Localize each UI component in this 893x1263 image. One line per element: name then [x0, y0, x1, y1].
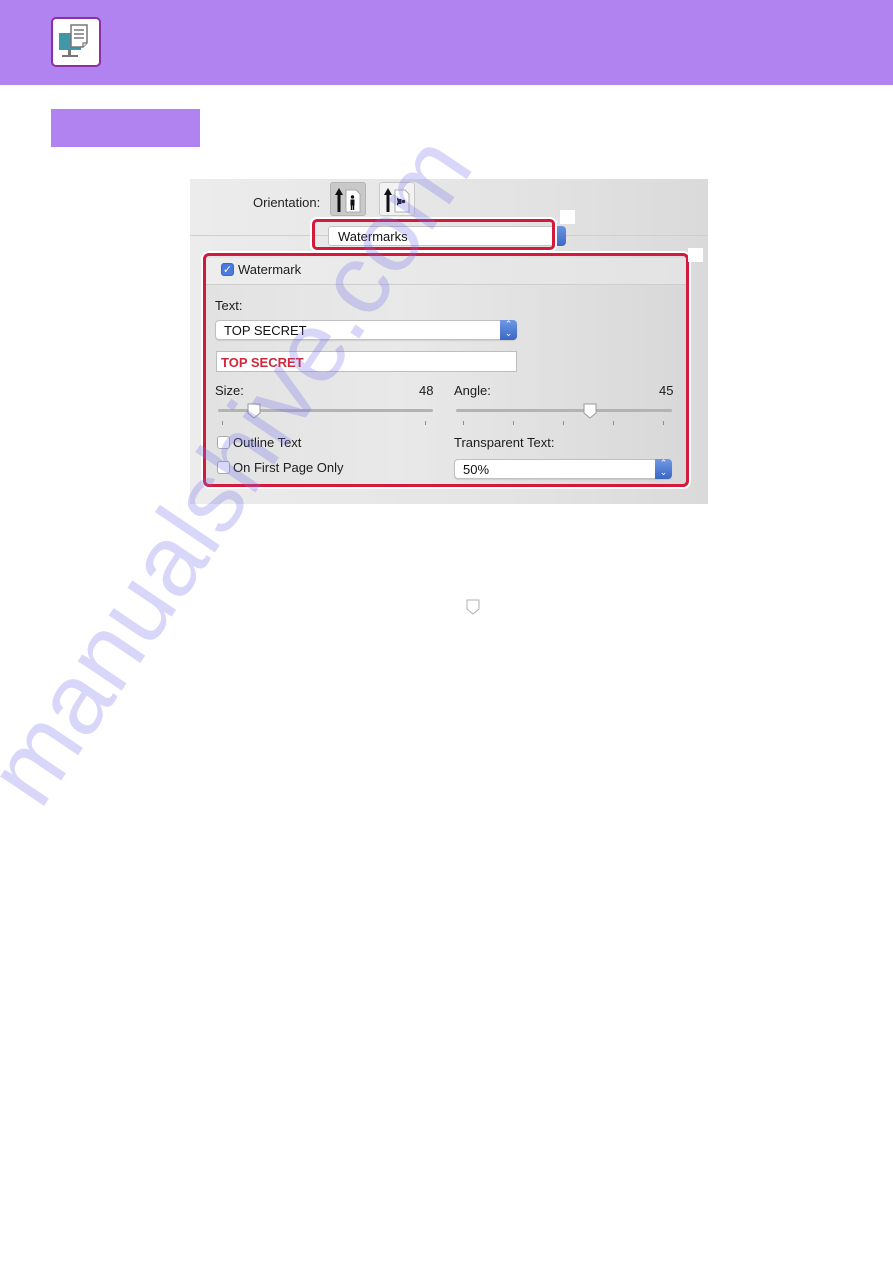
section-heading-tab [51, 109, 200, 147]
header-band [0, 0, 893, 85]
callout-marker-2 [688, 248, 703, 262]
computer-print-document-icon [51, 17, 101, 67]
callout-highlight-watermark-panel [203, 253, 689, 487]
slider-thumb-icon [466, 599, 480, 615]
landscape-orientation-button[interactable] [379, 182, 415, 216]
chevron-down-icon[interactable] [554, 226, 566, 246]
portrait-orientation-button[interactable] [330, 182, 366, 216]
portrait-icon [335, 188, 361, 213]
print-dialog-screenshot: Orientation: Watermarks ✓ Watermark Text [190, 179, 708, 504]
orientation-label: Orientation: [253, 195, 321, 210]
callout-highlight-panel-menu [312, 219, 555, 250]
landscape-icon [384, 188, 410, 213]
callout-marker-1 [560, 210, 575, 224]
